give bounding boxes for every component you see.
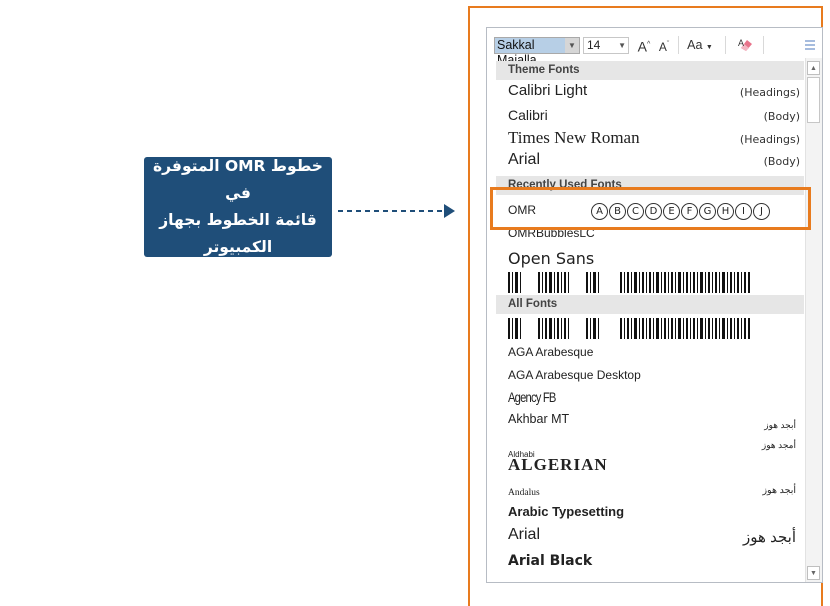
font-item-sample: أبجد هوز (762, 485, 796, 496)
clear-formatting-icon[interactable]: A (737, 36, 755, 54)
font-item-label: Andalus (508, 488, 540, 498)
font-item-omrbubbleslc[interactable]: OMRBubblesLC (508, 229, 800, 243)
font-item-label: Open Sans (508, 249, 595, 268)
toolbar-divider (763, 36, 764, 54)
font-item-label: Akhbar MT (508, 412, 570, 426)
barcode-font-sample-icon[interactable] (508, 272, 753, 293)
barcode-font-sample-icon[interactable] (508, 318, 753, 339)
grow-font-button[interactable]: A^ (637, 36, 651, 55)
styles-icon[interactable] (803, 36, 817, 54)
grow-font-icon: A (637, 38, 648, 55)
scroll-thumb[interactable] (807, 77, 820, 123)
font-item-label: Arial (508, 526, 541, 543)
font-dropdown-panel: Sakkal Majalla ▼ 14 ▼ A^ Aˇ Aa ▼ A Theme… (486, 27, 823, 583)
change-case-button[interactable]: Aa ▼ (685, 36, 715, 54)
toolbar-divider (678, 36, 679, 54)
font-item-open-sans[interactable]: Open Sans (508, 249, 800, 271)
font-item-akhbar-mt[interactable]: Akhbar MT أبجد هوز (508, 410, 800, 434)
font-item-tag: (Body) (763, 155, 800, 168)
section-theme-fonts: Theme Fonts (496, 61, 804, 80)
font-item-sample: أبجد هوز (743, 529, 796, 546)
font-item-aga-arabesque-desktop[interactable]: AGA Arabesque Desktop (508, 366, 800, 386)
font-item-arial[interactable]: Arial (Body) (508, 151, 800, 173)
font-item-label: Arial (508, 151, 541, 168)
font-item-label: Arial Black (508, 553, 593, 569)
font-item-calibri[interactable]: Calibri (Body) (508, 107, 800, 127)
font-item-arabic-typesetting[interactable]: Arabic Typesetting (508, 503, 800, 525)
font-item-label: Arabic Typesetting (508, 504, 625, 519)
font-item-times-new-roman[interactable]: Times New Roman (Headings) (508, 128, 800, 152)
font-item-calibri-light[interactable]: Calibri Light (Headings) (508, 82, 800, 104)
font-item-tag: (Headings) (739, 86, 800, 99)
callout-box: خطوط OMR المتوفرة في قائمة الخطوط بجهاز … (144, 157, 332, 257)
font-item-label: AGA Arabesque (508, 345, 594, 359)
font-item-arial-black[interactable]: Arial Black (508, 552, 800, 574)
font-item-label: Times New Roman (508, 128, 640, 147)
scroll-up-icon[interactable]: ▲ (807, 61, 820, 75)
toolbar-divider (725, 36, 726, 54)
mini-toolbar: Sakkal Majalla ▼ 14 ▼ A^ Aˇ Aa ▼ A (487, 28, 822, 67)
dropdown-arrow-icon[interactable]: ▼ (565, 38, 579, 53)
chevron-down-icon[interactable]: ▼ (618, 38, 626, 53)
font-item-label: Agency FB (508, 389, 556, 405)
font-size-value: 14 (587, 38, 601, 52)
font-item-label: Calibri (508, 107, 548, 123)
font-list: Theme Fonts Calibri Light (Headings) Cal… (496, 58, 804, 582)
change-case-icon: Aa (687, 38, 703, 52)
font-item-tag: (Body) (763, 110, 800, 123)
font-item-andalus[interactable]: Andalus أبجد هوز (508, 482, 800, 502)
dashed-arrow-icon (338, 204, 455, 218)
font-item-label: ALGERIAN (508, 455, 608, 474)
vertical-scrollbar[interactable]: ▲ ▼ (805, 58, 822, 582)
omr-highlight-box (490, 187, 811, 230)
scroll-down-icon[interactable]: ▼ (807, 566, 820, 580)
font-item-agency-fb[interactable]: Agency FB (508, 389, 800, 411)
shrink-font-button[interactable]: Aˇ (657, 36, 671, 54)
font-item-label: AGA Arabesque Desktop (508, 368, 641, 382)
font-item-aga-arabesque[interactable]: AGA Arabesque (508, 343, 800, 363)
shrink-font-icon: A (658, 40, 667, 54)
font-item-label: Calibri Light (508, 82, 588, 99)
svg-text:A: A (738, 38, 744, 48)
callout-text: خطوط OMR المتوفرة في قائمة الخطوط بجهاز … (153, 157, 323, 256)
font-item-sample: أبجد هوز (764, 420, 796, 430)
font-name-combobox[interactable]: Sakkal Majalla ▼ (494, 37, 580, 67)
font-item-arial-all[interactable]: Arial أبجد هوز (508, 526, 800, 550)
section-all-fonts: All Fonts (496, 295, 804, 314)
font-item-sample: أمجد هوز (761, 440, 796, 450)
font-item-label: OMRBubblesLC (508, 229, 595, 240)
font-item-algerian[interactable]: ALGERIAN (508, 455, 800, 479)
font-item-tag: (Headings) (739, 133, 800, 146)
font-size-combobox[interactable]: 14 ▼ (583, 37, 629, 54)
